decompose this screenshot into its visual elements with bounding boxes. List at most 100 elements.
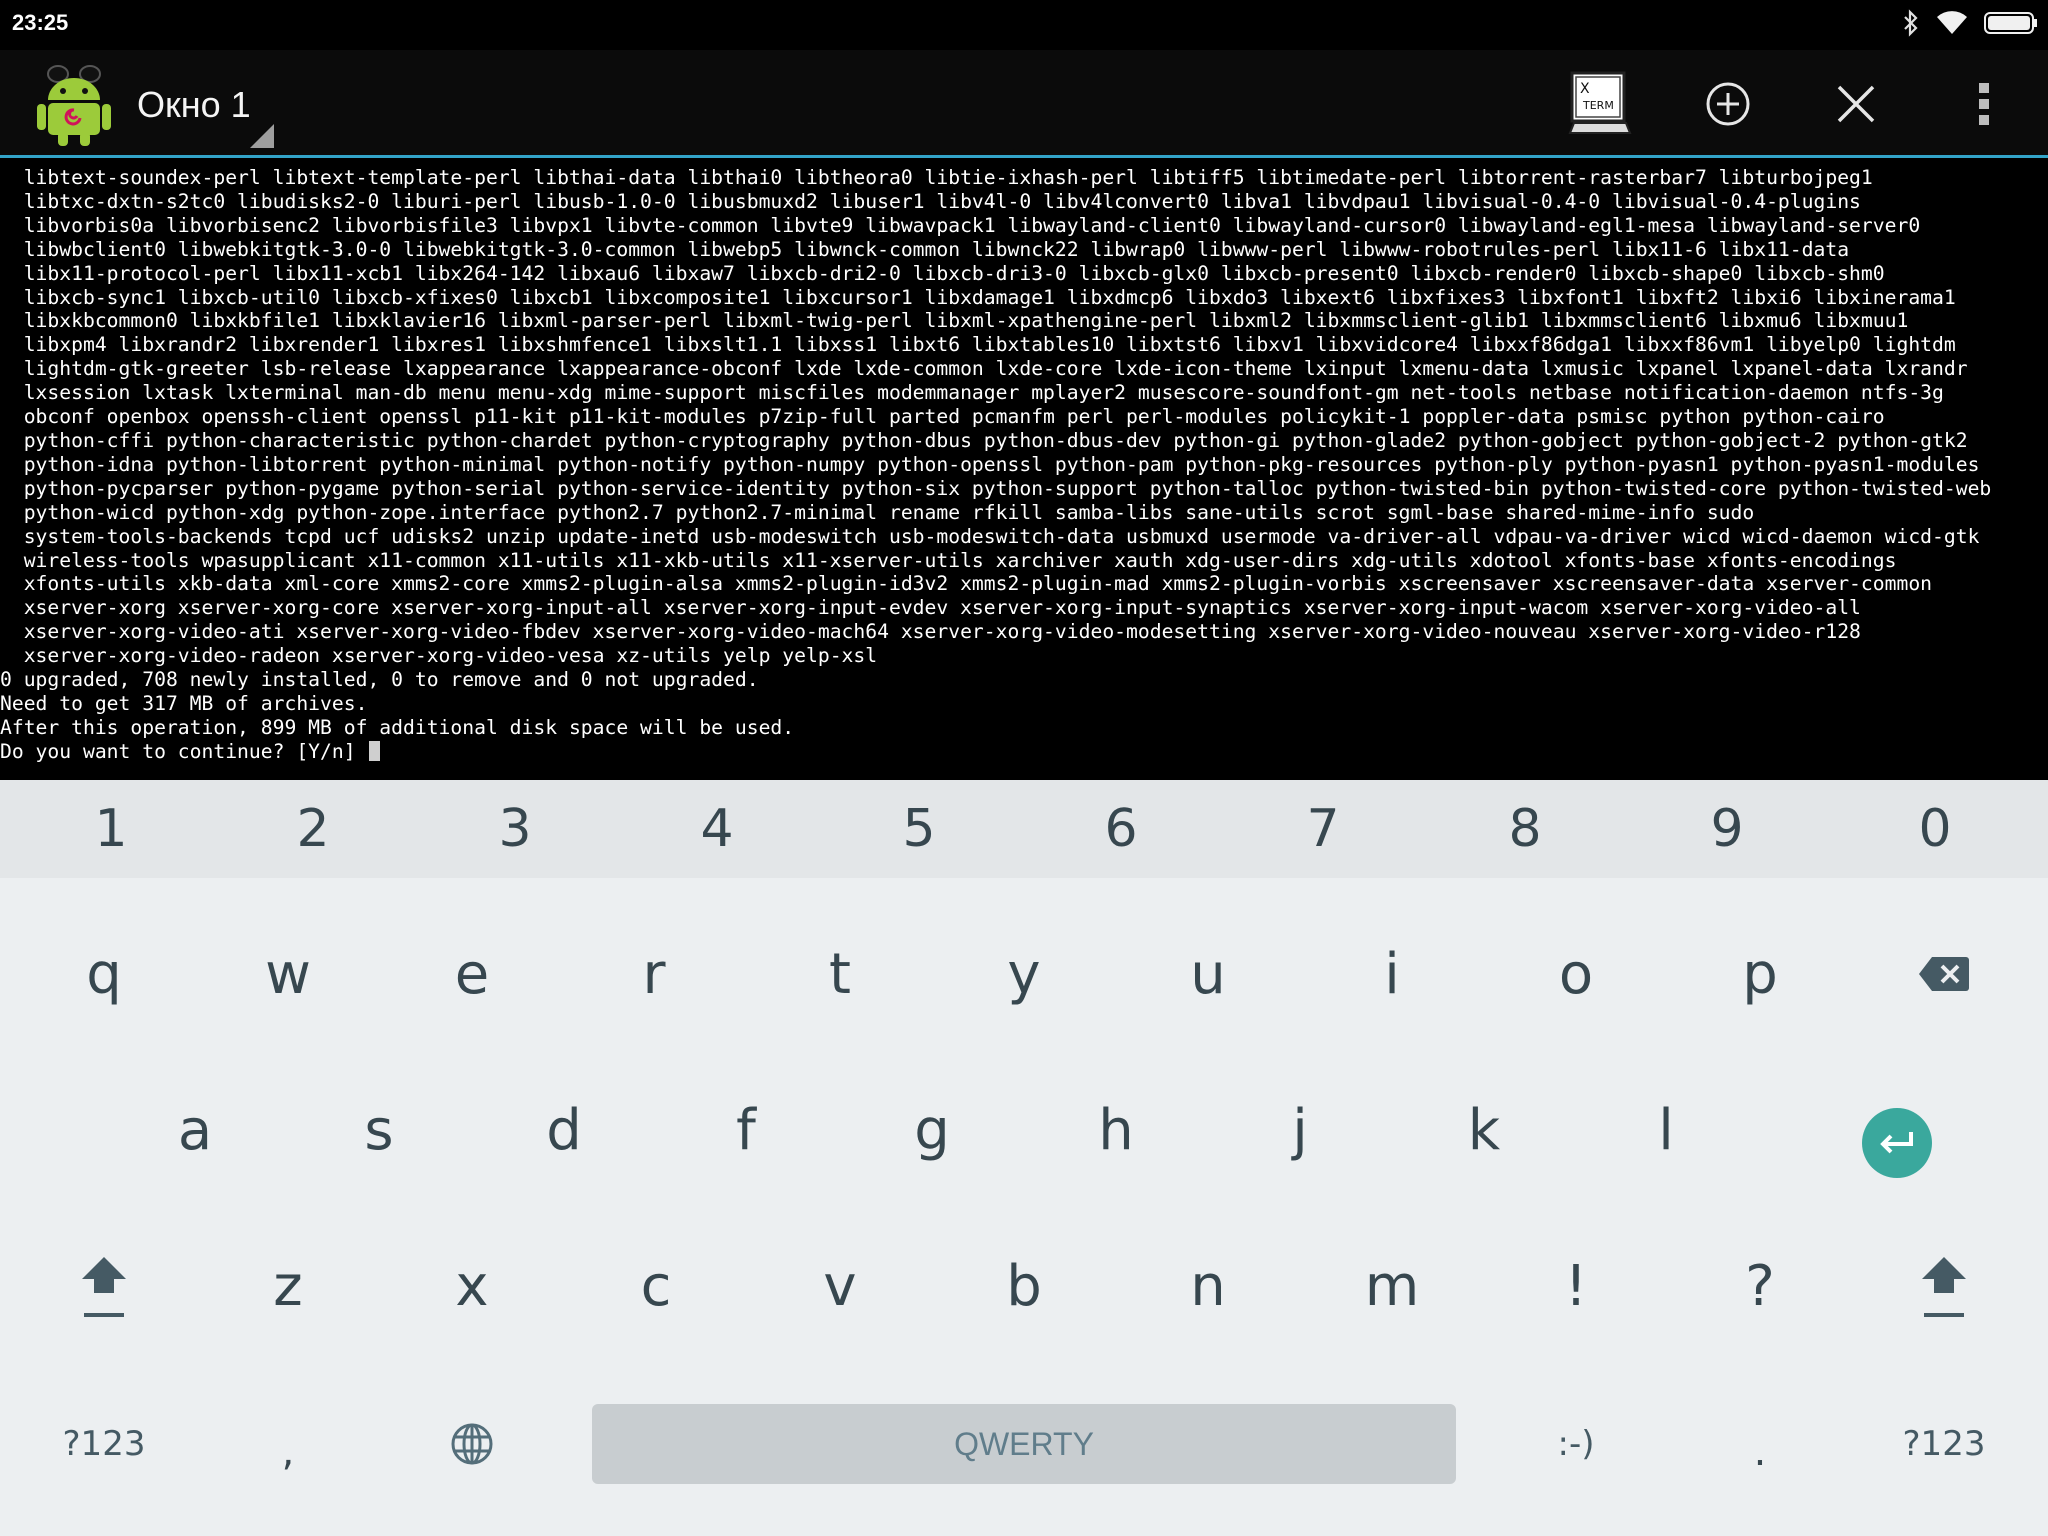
close-icon [1837,85,1875,123]
terminal-line: python-pycparser python-pygame python-se… [0,476,1992,500]
terminal-line: libvorbis0a libvorbisenc2 libvorbisfile3… [0,213,1921,237]
overflow-menu-button[interactable] [1948,68,2020,140]
terminal-line: lxsession lxtask lxterminal man-db menu … [0,381,1944,405]
window-title[interactable]: Окно 1 [137,84,251,126]
key-7[interactable]: 7 [1222,780,1424,878]
key-e[interactable]: e [380,904,564,1044]
terminal-output[interactable]: libtext-soundex-perl libtext-template-pe… [0,158,2048,780]
terminal-line: libtext-soundex-perl libtext-template-pe… [0,166,1873,189]
close-window-button[interactable] [1820,68,1892,140]
enter-key[interactable] [1862,1108,1932,1178]
shift-left-key[interactable] [12,1216,196,1356]
terminal-line: libtxc-dxtn-s2tc0 libudisks2-0 liburi-pe… [0,189,1861,213]
terminal-line: python-wicd python-xdg python-zope.inter… [0,500,1755,524]
key-n[interactable]: n [1116,1216,1300,1356]
key-0[interactable]: 0 [1834,780,2036,878]
terminal-cursor [369,740,381,761]
dropdown-corner-icon[interactable] [250,124,274,148]
terminal-line: wireless-tools wpasupplicant x11-common … [0,548,1897,572]
enter-icon [1880,1132,1913,1154]
terminal-line: xfonts-utils xkb-data xml-core xmms2-cor… [0,572,1933,596]
xterm-button[interactable]: X TERM [1564,68,1636,140]
key-2[interactable]: 2 [212,780,414,878]
symbols-key-right[interactable]: ?123 [1852,1374,2036,1514]
key-5[interactable]: 5 [818,780,1020,878]
key-p[interactable]: p [1668,904,1852,1044]
status-icons [1902,9,2038,41]
key-question[interactable]: ? [1668,1216,1852,1356]
terminal-line: libxcb-sync1 libxcb-util0 libxcb-xfixes0… [0,285,1956,309]
more-vert-icon [1979,83,1989,125]
key-a[interactable]: a [103,1060,287,1200]
key-k[interactable]: k [1392,1060,1576,1200]
key-6[interactable]: 6 [1020,780,1222,878]
space-key[interactable]: QWERTY [592,1404,1456,1484]
wifi-icon [1936,10,1968,40]
key-o[interactable]: o [1484,904,1668,1044]
xterm-icon-text-bottom: TERM [1582,99,1614,112]
shift-icon [1922,1257,1966,1317]
backspace-key[interactable] [1852,904,2036,1044]
key-4[interactable]: 4 [616,780,818,878]
terminal-line: libwbclient0 libwebkitgtk-3.0-0 libwebki… [0,237,1850,261]
language-key[interactable] [380,1374,564,1514]
key-y[interactable]: y [932,904,1116,1044]
key-period[interactable]: . [1668,1382,1852,1522]
key-x[interactable]: x [380,1216,564,1356]
terminal-line: libxpm4 libxrandr2 libxrender1 libxres1 … [0,333,1956,357]
terminal-line: python-cffi python-characteristic python… [0,428,1968,452]
add-window-button[interactable] [1692,68,1764,140]
key-8[interactable]: 8 [1424,780,1626,878]
key-z[interactable]: z [196,1216,380,1356]
key-r[interactable]: r [562,904,746,1044]
key-l[interactable]: l [1574,1060,1758,1200]
terminal-line: Need to get 317 MB of archives. [0,691,368,715]
key-b[interactable]: b [932,1216,1116,1356]
android-debian-icon[interactable] [36,62,112,146]
shift-right-key[interactable] [1852,1216,2036,1356]
key-3[interactable]: 3 [414,780,616,878]
terminal-line: libx11-protocol-perl libx11-xcb1 libx264… [0,261,1885,285]
key-t[interactable]: t [748,904,932,1044]
key-s[interactable]: s [287,1060,471,1200]
key-w[interactable]: w [196,904,380,1044]
terminal-line: 0 upgraded, 708 newly installed, 0 to re… [0,668,759,692]
terminal-prompt: Do you want to continue? [Y/n] [0,739,368,763]
terminal-line: xserver-xorg-video-radeon xserver-xorg-v… [0,644,878,668]
terminal-line: xserver-xorg xserver-xorg-core xserver-x… [0,596,1861,620]
key-h[interactable]: h [1024,1060,1208,1200]
key-f[interactable]: f [654,1060,838,1200]
soft-keyboard: 1 2 3 4 5 6 7 8 9 0 q w e r t y u i o p … [0,780,2048,1536]
bluetooth-icon [1902,9,1920,41]
key-c[interactable]: c [564,1216,748,1356]
status-time: 23:25 [12,10,69,35]
terminal-line: libxkbcommon0 libxkbfile1 libxklavier16 … [0,309,1909,333]
key-1[interactable]: 1 [10,780,212,878]
key-exclamation[interactable]: ! [1484,1216,1668,1356]
number-row: 1 2 3 4 5 6 7 8 9 0 [0,780,2048,878]
key-i[interactable]: i [1300,904,1484,1044]
symbols-key-left[interactable]: ?123 [12,1374,196,1514]
key-comma[interactable]: , [196,1382,380,1522]
key-9[interactable]: 9 [1626,780,1828,878]
backspace-icon [1919,957,1969,991]
key-j[interactable]: j [1208,1060,1392,1200]
key-v[interactable]: v [748,1216,932,1356]
terminal-line: obconf openbox openssh-client openssl p1… [0,405,1885,429]
key-g[interactable]: g [840,1060,1024,1200]
key-q[interactable]: q [12,904,196,1044]
terminal-text: libtext-soundex-perl libtext-template-pe… [0,158,2048,764]
key-m[interactable]: m [1300,1216,1484,1356]
battery-icon [1984,11,2038,39]
smiley-key[interactable]: :-) [1484,1374,1668,1514]
xterm-icon-text-top: X [1580,81,1590,97]
key-u[interactable]: u [1116,904,1300,1044]
terminal-line: lightdm-gtk-greeter lsb-release lxappear… [0,357,1968,381]
status-bar: 23:25 [0,0,2048,50]
plus-circle-icon [1706,82,1750,126]
terminal-line: After this operation, 899 MB of addition… [0,715,795,739]
terminal-line: python-idna python-libtorrent python-min… [0,452,1980,476]
globe-icon [451,1423,493,1465]
terminal-line: xserver-xorg-video-ati xserver-xorg-vide… [0,620,1861,644]
key-d[interactable]: d [472,1060,656,1200]
